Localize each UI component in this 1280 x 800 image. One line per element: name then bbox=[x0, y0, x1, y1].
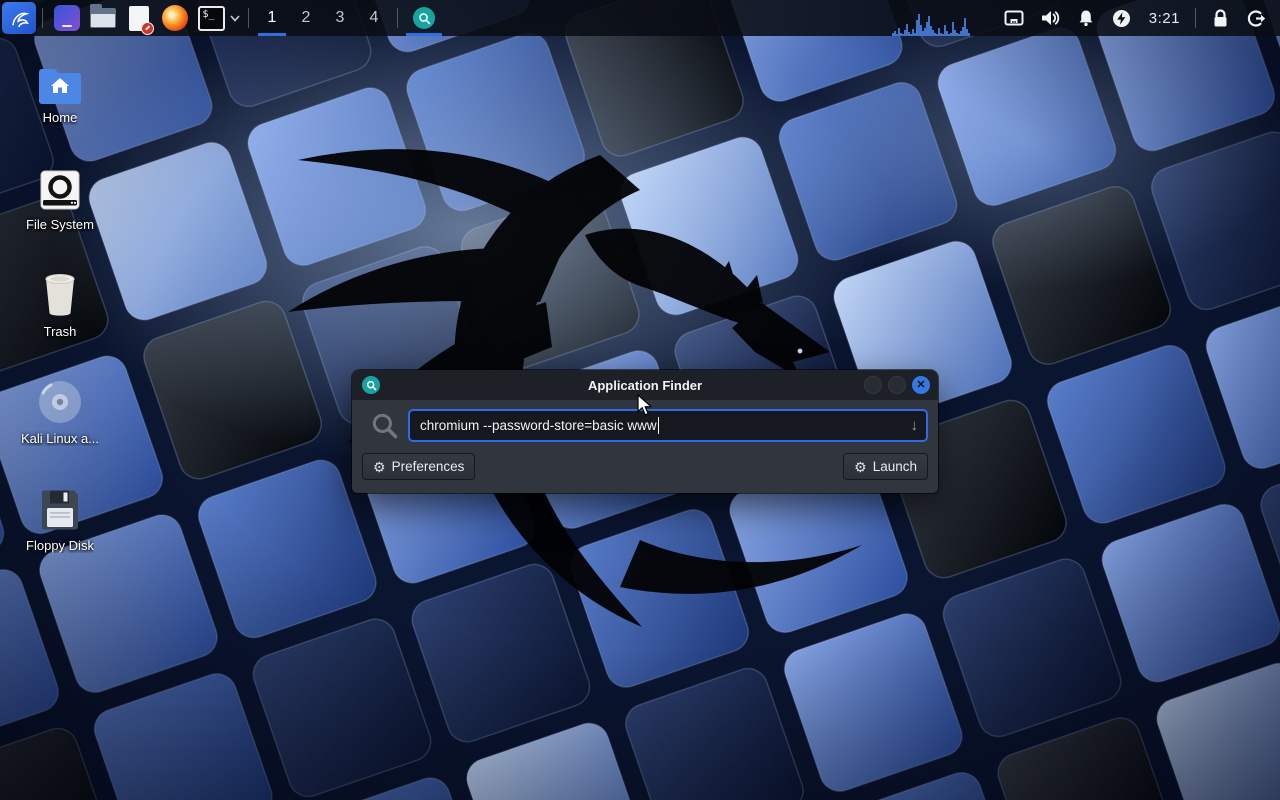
launcher-dropdown-arrow[interactable] bbox=[230, 15, 240, 22]
workspace-label: 4 bbox=[370, 9, 379, 27]
cpu-graph[interactable] bbox=[892, 10, 970, 36]
panel-separator bbox=[248, 8, 249, 28]
search-icon bbox=[370, 411, 400, 441]
panel-separator bbox=[42, 8, 43, 28]
firefox-icon bbox=[162, 5, 188, 31]
launcher-app-window[interactable] bbox=[52, 3, 82, 33]
bell-icon bbox=[1077, 9, 1095, 27]
maximize-button[interactable] bbox=[888, 376, 906, 394]
command-input[interactable]: chromium --password-store=basic www ↓ bbox=[408, 409, 928, 442]
power-icon bbox=[1112, 9, 1131, 28]
cdrom-disc-icon bbox=[37, 379, 83, 425]
trash-icon bbox=[40, 272, 80, 318]
network-indicator[interactable] bbox=[1003, 0, 1025, 36]
desktop-icon-label: File System bbox=[26, 217, 94, 232]
desktop-icon-list: Home File System Trash bbox=[0, 48, 120, 583]
desktop-icon-floppy[interactable]: Floppy Disk bbox=[0, 476, 120, 583]
window-app-icon bbox=[54, 5, 80, 31]
app-finder-titlebar-icon bbox=[362, 376, 380, 394]
volume-indicator[interactable] bbox=[1039, 0, 1061, 36]
kali-desktop: $_ 1 2 3 4 bbox=[0, 0, 1280, 800]
workspace-1[interactable]: 1 bbox=[257, 0, 287, 36]
network-icon bbox=[1004, 10, 1024, 26]
home-folder-icon bbox=[37, 66, 83, 104]
close-icon: ✕ bbox=[916, 380, 925, 391]
desktop-icon-file-system[interactable]: File System bbox=[0, 155, 120, 262]
search-icon bbox=[366, 380, 377, 391]
workspace-label: 3 bbox=[336, 9, 345, 27]
logout-icon bbox=[1247, 9, 1266, 28]
minimize-button[interactable] bbox=[864, 376, 882, 394]
panel-separator bbox=[397, 8, 398, 28]
lock-icon bbox=[1212, 9, 1229, 28]
preferences-button-label: Preferences bbox=[392, 459, 465, 474]
workspace-3[interactable]: 3 bbox=[325, 0, 355, 36]
logout-button[interactable] bbox=[1245, 0, 1267, 36]
lock-screen-button[interactable] bbox=[1209, 0, 1231, 36]
terminal-icon: $_ bbox=[198, 6, 225, 31]
launch-button[interactable]: ⚙ Launch bbox=[843, 453, 928, 480]
workspace-label: 1 bbox=[268, 9, 277, 27]
document-icon bbox=[129, 6, 149, 31]
kali-menu-button[interactable] bbox=[2, 2, 36, 34]
notifications-indicator[interactable] bbox=[1075, 0, 1097, 36]
desktop-icon-home[interactable]: Home bbox=[0, 48, 120, 155]
launcher-file-manager[interactable] bbox=[88, 3, 118, 33]
application-finder-window: Application Finder ✕ chromium --password… bbox=[352, 370, 938, 493]
mouse-cursor bbox=[637, 394, 654, 417]
kali-logo-icon bbox=[7, 7, 31, 29]
text-caret bbox=[658, 417, 660, 434]
power-manager-indicator[interactable] bbox=[1111, 0, 1133, 36]
app-finder-icon bbox=[413, 7, 435, 29]
desktop-icon-kali-cd[interactable]: Kali Linux a... bbox=[0, 369, 120, 476]
launcher-firefox[interactable] bbox=[160, 3, 190, 33]
desktop-icon-label: Trash bbox=[44, 324, 77, 339]
desktop-icon-trash[interactable]: Trash bbox=[0, 262, 120, 369]
search-icon bbox=[418, 12, 431, 25]
launcher-text-editor[interactable] bbox=[124, 3, 154, 33]
desktop-icon-label: Kali Linux a... bbox=[21, 431, 99, 446]
launch-button-label: Launch bbox=[873, 459, 917, 474]
panel-separator bbox=[1195, 8, 1196, 28]
top-panel: $_ 1 2 3 4 bbox=[0, 0, 1280, 36]
volume-icon bbox=[1040, 9, 1060, 27]
taskbar-application-finder[interactable] bbox=[404, 0, 444, 36]
dropdown-arrow-icon[interactable]: ↓ bbox=[911, 417, 919, 434]
desktop-icon-label: Home bbox=[43, 110, 78, 125]
folder-icon bbox=[90, 8, 116, 28]
launch-gear-icon: ⚙ bbox=[854, 460, 867, 474]
desktop-icon-label: Floppy Disk bbox=[26, 538, 94, 553]
edit-badge-icon bbox=[141, 22, 154, 35]
close-button[interactable]: ✕ bbox=[912, 376, 930, 394]
launcher-terminal[interactable]: $_ bbox=[196, 3, 226, 33]
command-input-value: chromium --password-store=basic www bbox=[420, 418, 657, 433]
gear-icon: ⚙ bbox=[373, 460, 386, 474]
floppy-disk-icon bbox=[39, 488, 81, 532]
window-title: Application Finder bbox=[588, 378, 702, 393]
chevron-down-icon bbox=[230, 15, 240, 22]
hard-disk-icon bbox=[39, 169, 81, 211]
preferences-button[interactable]: ⚙ Preferences bbox=[362, 453, 475, 480]
workspace-4[interactable]: 4 bbox=[359, 0, 389, 36]
workspace-2[interactable]: 2 bbox=[291, 0, 321, 36]
workspace-label: 2 bbox=[302, 9, 311, 27]
clock[interactable]: 3:21 bbox=[1149, 10, 1180, 27]
